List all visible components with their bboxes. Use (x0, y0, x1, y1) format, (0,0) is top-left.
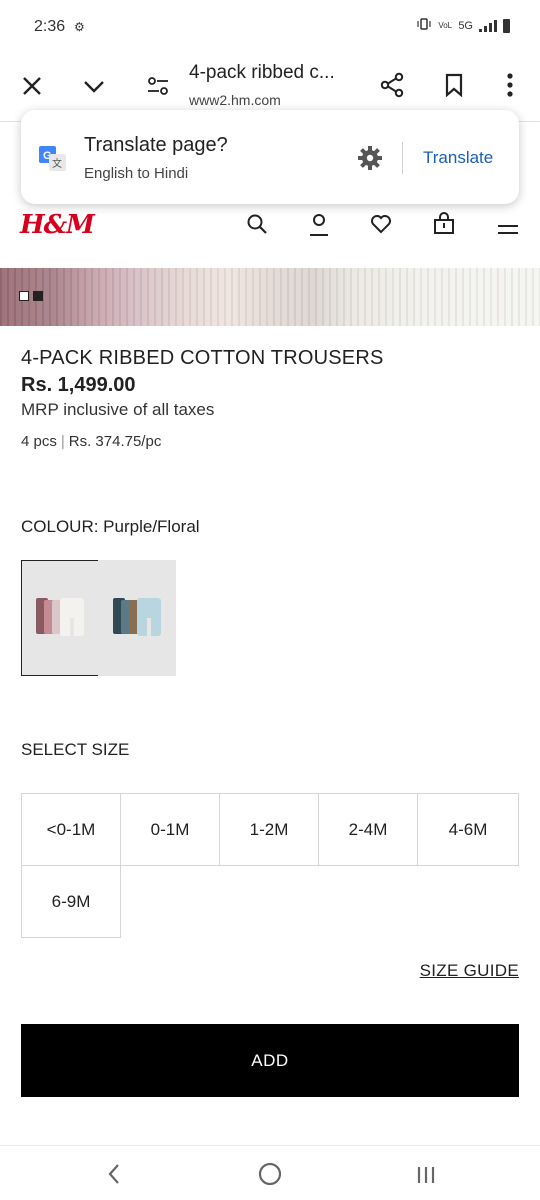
size-option[interactable]: 6-9M (21, 865, 121, 938)
price-per-piece: Rs. 374.75/pc (68, 433, 162, 450)
translate-languages[interactable]: English to Hindi (84, 165, 188, 182)
shopping-bag-icon[interactable] (432, 212, 458, 238)
colour-swatch-purple-floral[interactable] (21, 560, 99, 676)
product-image[interactable] (0, 268, 540, 326)
svg-text:文: 文 (52, 157, 62, 170)
translate-title: Translate page? (84, 134, 228, 156)
chevron-down-icon[interactable] (80, 72, 108, 100)
status-indicators: VoLTE 5G (416, 18, 510, 33)
colour-label: COLOUR: Purple/Floral (21, 517, 200, 536)
volte-label: VoLTE (438, 21, 452, 30)
google-translate-icon: G文 (38, 144, 68, 174)
swatch-image (113, 598, 161, 636)
signal-icon (479, 19, 497, 32)
vibrate-icon (416, 18, 432, 33)
more-options-icon[interactable] (498, 70, 522, 100)
home-icon[interactable] (254, 1158, 286, 1190)
size-guide-link[interactable]: SIZE GUIDE (420, 961, 519, 981)
separator: | (60, 433, 65, 450)
select-size-label: SELECT SIZE (21, 740, 130, 759)
pack-info: 4 pcs | Rs. 374.75/pc (21, 433, 161, 450)
hm-logo[interactable]: H&M (20, 210, 95, 240)
add-to-bag-button[interactable]: ADD (21, 1024, 519, 1097)
translate-prompt: G文 Translate page? English to Hindi Tran… (21, 110, 519, 204)
share-icon[interactable] (377, 70, 407, 100)
menu-icon[interactable] (496, 212, 522, 238)
size-option[interactable]: 4-6M (417, 793, 519, 866)
size-option[interactable]: 1-2M (219, 793, 319, 866)
battery-icon (503, 18, 510, 33)
translate-button[interactable]: Translate (423, 148, 493, 168)
size-option[interactable]: <0-1M (21, 793, 121, 866)
close-icon[interactable] (18, 72, 46, 100)
page-url[interactable]: www2.hm.com (189, 92, 281, 108)
swatch-image (36, 598, 84, 636)
site-header: H&M (0, 204, 540, 250)
status-time: 2:36 (34, 18, 66, 35)
image-texture (0, 268, 540, 326)
page-title[interactable]: 4-pack ribbed c... (189, 62, 335, 84)
settings-notification-icon: ⚙ (74, 20, 85, 34)
mrp-note: MRP inclusive of all taxes (21, 400, 215, 419)
product-name: 4-PACK RIBBED COTTON TROUSERS (21, 347, 384, 369)
favourites-icon[interactable] (369, 212, 395, 238)
gallery-dot-active[interactable] (33, 291, 43, 301)
size-option[interactable]: 2-4M (318, 793, 418, 866)
gear-icon[interactable] (356, 144, 384, 172)
network-type: 5G (458, 19, 473, 32)
colour-swatch-blue-grey[interactable] (98, 560, 176, 676)
recent-apps-icon[interactable] (410, 1158, 442, 1190)
bookmark-icon[interactable] (440, 70, 468, 100)
account-icon[interactable] (307, 212, 333, 238)
divider (402, 142, 403, 174)
page-controls-icon[interactable] (144, 72, 172, 100)
search-icon[interactable] (245, 212, 271, 238)
size-option[interactable]: 0-1M (120, 793, 220, 866)
system-nav-bar (0, 1145, 540, 1200)
pack-count: 4 pcs (21, 433, 57, 450)
product-price: Rs. 1,499.00 (21, 374, 136, 396)
gallery-dot[interactable] (19, 291, 29, 301)
gallery-indicator (19, 291, 43, 301)
back-icon[interactable] (98, 1158, 130, 1190)
status-bar: 2:36 ⚙ VoLTE 5G (0, 0, 540, 56)
